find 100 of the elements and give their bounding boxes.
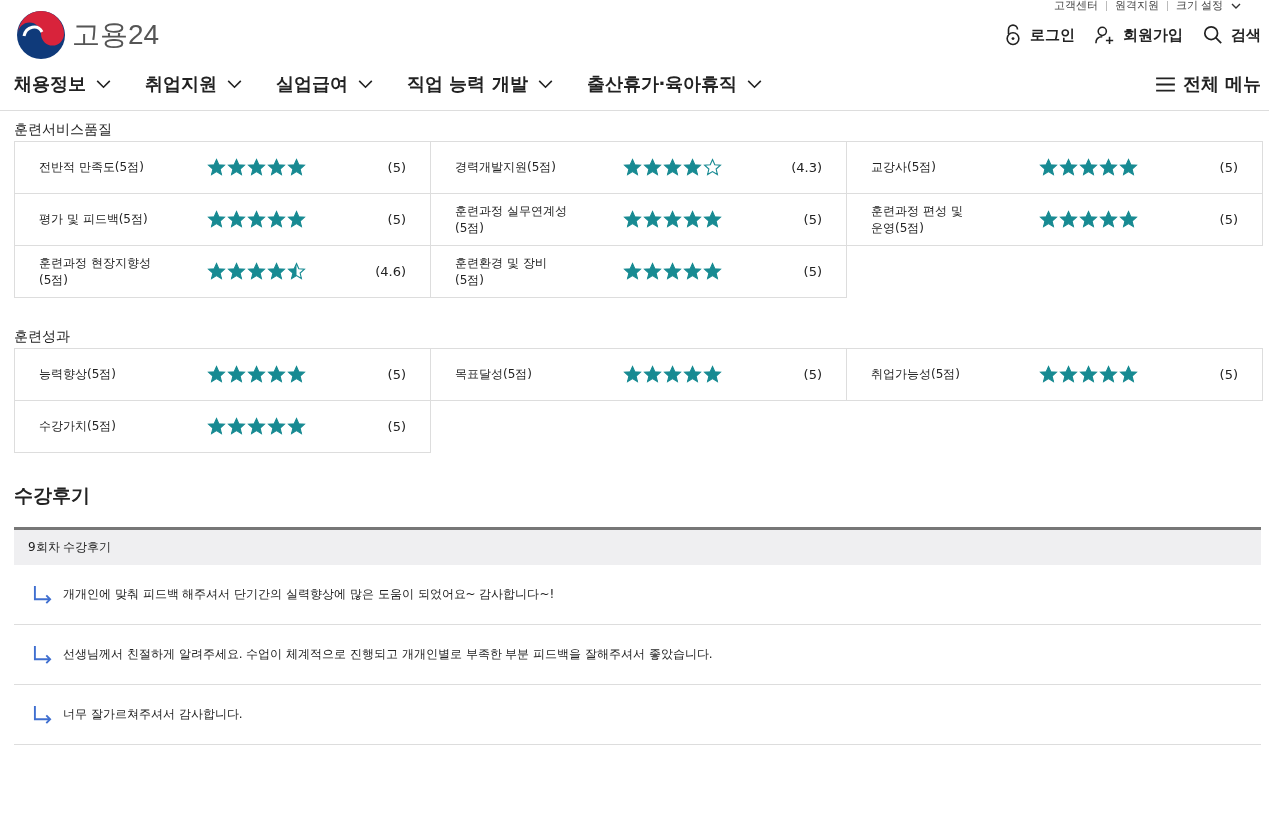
star-icon [683, 365, 702, 384]
rating-label: 취업가능성(5점) [871, 366, 961, 383]
rating-label: 평가 및 피드백(5점) [39, 211, 149, 228]
star-icon [267, 158, 286, 177]
utility-link[interactable]: 크기 설정 [1175, 0, 1223, 12]
nav-menu-item[interactable]: 실업급여 [276, 72, 373, 96]
user-link[interactable]: 검색 [1203, 24, 1261, 46]
star-icon [703, 158, 722, 177]
caret-icon [1231, 3, 1241, 9]
star-icon [1059, 210, 1078, 229]
star-icon [247, 365, 266, 384]
star-icon [1099, 365, 1118, 384]
rating-label: 경력개발지원(5점) [455, 159, 557, 176]
chevron-down-icon [358, 79, 373, 89]
star-icon [623, 262, 642, 281]
star-icon [287, 262, 306, 281]
user-link[interactable]: 로그인 [1004, 24, 1075, 46]
star-icon [1079, 158, 1098, 177]
menu-icon [1155, 76, 1175, 92]
nav-menu-item[interactable]: 직업 능력 개발 [407, 72, 553, 96]
review-text: 선생님께서 친절하게 알려주세요. 수업이 체계적으로 진행되고 개개인별로 부족한 부분 피드백을 잘해주셔서 좋았습니다. [63, 646, 713, 663]
rating-label: 수강가치(5점) [39, 418, 117, 435]
rating-label: 훈련환경 및 장비(5점) [455, 255, 548, 288]
rating-score: (5) [387, 160, 406, 175]
star-icon [1099, 210, 1118, 229]
rating-score: (5) [803, 212, 822, 227]
star-icon [287, 417, 306, 436]
rating-label: 목표달성(5점) [455, 366, 533, 383]
logo-text[interactable]: 고용24 [72, 16, 160, 54]
star-icon [703, 365, 722, 384]
star-icon [643, 365, 662, 384]
star-icon [227, 417, 246, 436]
star-icon [207, 158, 226, 177]
user-link[interactable]: 회원가입 [1095, 24, 1183, 46]
star-icon [663, 365, 682, 384]
star-icon [663, 158, 682, 177]
star-icon [683, 158, 702, 177]
nav-menu-item[interactable]: 취업지원 [145, 72, 242, 96]
logo-icon [16, 10, 66, 60]
nav-menu-item[interactable]: 채용정보 [14, 72, 111, 96]
star-icon [1119, 210, 1138, 229]
star-icon [207, 417, 226, 436]
star-icon [623, 365, 642, 384]
review-round-label: 9회차 수강후기 [28, 540, 112, 554]
chevron-down-icon [96, 79, 111, 89]
chevron-down-icon [747, 79, 763, 89]
star-icon [703, 210, 722, 229]
star-icon [207, 365, 226, 384]
star-icon [227, 365, 246, 384]
rating-label: 훈련과정 현장지향성(5점) [39, 255, 152, 288]
rating-score: (5) [1219, 212, 1238, 227]
rating-label: 교강사(5점) [871, 159, 937, 176]
rating-label: 전반적 만족도(5점) [39, 159, 145, 176]
star-icon [267, 262, 286, 281]
star-icon [1059, 365, 1078, 384]
star-icon [1079, 365, 1098, 384]
star-icon [1119, 158, 1138, 177]
star-icon [643, 158, 662, 177]
reply-arrow-icon [32, 645, 53, 664]
star-icon [683, 210, 702, 229]
star-icon [1119, 365, 1138, 384]
star-icon [1099, 158, 1118, 177]
section-title: 훈련성과 [14, 328, 71, 346]
star-icon [287, 365, 306, 384]
rating-score: (5) [387, 419, 406, 434]
star-icon [683, 262, 702, 281]
star-icon [247, 158, 266, 177]
rating-label: 훈련과정 실무연계성(5점) [455, 203, 568, 236]
star-icon [267, 210, 286, 229]
rating-score: (5) [1219, 367, 1238, 382]
all-menu-button[interactable]: 전체 메뉴 [1155, 72, 1261, 96]
star-icon [663, 262, 682, 281]
utility-link[interactable]: 고객센터 [1053, 0, 1098, 12]
rating-score: (5) [387, 212, 406, 227]
reply-arrow-icon [32, 585, 53, 604]
star-icon [1039, 158, 1058, 177]
star-icon [623, 158, 642, 177]
star-icon [623, 210, 642, 229]
star-icon [267, 417, 286, 436]
section-title: 수강후기 [14, 483, 91, 508]
rating-score: (4.6) [375, 264, 406, 279]
star-icon [663, 210, 682, 229]
star-icon [267, 365, 286, 384]
star-icon [703, 262, 722, 281]
star-icon [207, 262, 226, 281]
star-icon [1039, 365, 1058, 384]
nav-menu-item[interactable]: 출산휴가·육아휴직 [586, 72, 763, 96]
section-title: 훈련서비스품질 [14, 121, 113, 139]
utility-link[interactable]: 원격지원 [1114, 0, 1159, 12]
star-icon [227, 262, 246, 281]
star-icon [1039, 210, 1058, 229]
chevron-down-icon [537, 79, 553, 89]
star-icon [643, 210, 662, 229]
chevron-down-icon [227, 79, 242, 89]
rating-label: 능력향상(5점) [39, 366, 117, 383]
lock-icon [1004, 24, 1022, 46]
rating-score: (5) [1219, 160, 1238, 175]
rating-score: (5) [387, 367, 406, 382]
review-text: 개개인에 맞춰 피드백 해주셔서 단기간의 실력향상에 많은 도움이 되었어요~ 감사합니다~! [63, 586, 555, 603]
star-icon [227, 210, 246, 229]
